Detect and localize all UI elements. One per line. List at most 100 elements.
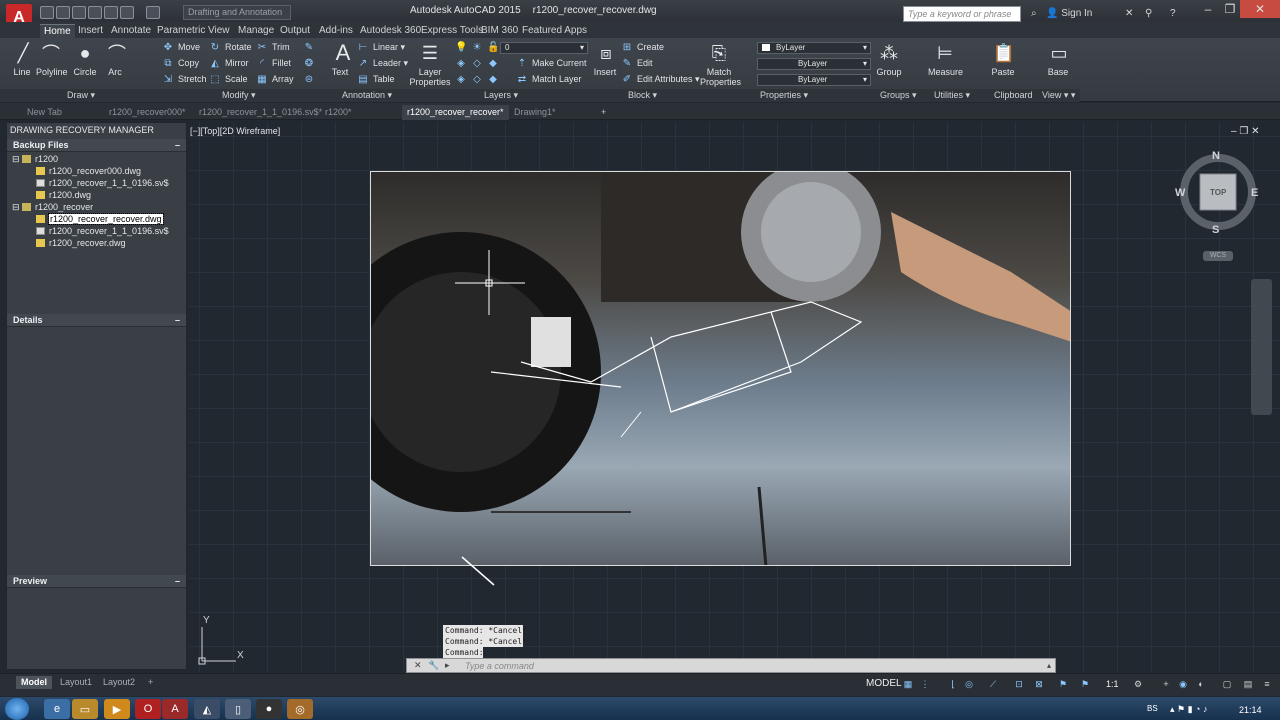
polyline-button[interactable]: ⌒ Polyline	[36, 42, 68, 77]
circle-button[interactable]: ● Circle	[72, 42, 98, 78]
array-button[interactable]: ▦ Array	[256, 73, 293, 86]
arc-button[interactable]: ⌒ Arc	[104, 42, 126, 77]
viewport-controls[interactable]: [−][Top][2D Wireframe]	[190, 126, 280, 136]
plot-icon[interactable]	[104, 6, 118, 19]
tree-file[interactable]: r1200_recover.dwg	[36, 237, 126, 249]
new-file-tab-button[interactable]: +	[596, 105, 611, 120]
linetype-dropdown[interactable]: ByLayer ▾	[757, 58, 871, 70]
notepad-icon[interactable]: ▯	[225, 699, 251, 719]
line-button[interactable]: ╱ Line	[10, 42, 34, 78]
opera-icon[interactable]: O	[135, 699, 161, 719]
layout-tab-model[interactable]: Model	[16, 676, 52, 689]
compass-east[interactable]: E	[1251, 187, 1258, 199]
tree-group[interactable]: ⊟ r1200_recover	[12, 201, 93, 213]
file-tab[interactable]: r1200_recover000*	[104, 105, 191, 120]
object-snap-tracking-icon[interactable]: ⊠	[1034, 679, 1044, 689]
sign-in-button[interactable]: 👤 Sign In	[1046, 8, 1092, 19]
scale-button[interactable]: ⬚ Scale	[209, 73, 247, 86]
workspace-dropdown[interactable]: Drafting and Annotation	[183, 5, 291, 20]
table-button[interactable]: ▤ Table	[357, 73, 394, 86]
app-taskbar-icon[interactable]: ◭	[194, 699, 220, 719]
make-current-button[interactable]: ⇡ Make Current	[516, 57, 587, 70]
clean-screen-icon[interactable]: ▢	[1222, 679, 1232, 689]
close-command-line-icon[interactable]: ✕	[414, 660, 422, 671]
restore-button[interactable]: ❐	[1218, 0, 1242, 18]
linear-dimension-button[interactable]: ⊢ Linear ▾	[357, 41, 405, 54]
view-panel-title[interactable]: View ▾ ▾	[1042, 90, 1075, 101]
mirror-button[interactable]: ◭ Mirror	[209, 57, 248, 70]
leader-button[interactable]: ↗ Leader ▾	[357, 57, 408, 70]
tab-bim-360[interactable]: BIM 360	[477, 24, 522, 38]
language-indicator[interactable]: BS	[1147, 704, 1158, 713]
create-block-button[interactable]: ⊞ Create	[621, 41, 664, 54]
tree-file[interactable]: r1200_recover000.dwg	[36, 165, 141, 177]
layer-state-icons[interactable]: 💡 ☀ 🔓	[455, 41, 503, 54]
copy-button[interactable]: ⧉ Copy	[162, 57, 199, 70]
hardware-acceleration-icon[interactable]: ◐	[1196, 679, 1206, 689]
trim-button[interactable]: ✂ Trim	[256, 41, 290, 54]
properties-panel-title[interactable]: Properties ▾	[760, 90, 808, 101]
layer-tools-row1[interactable]: ◈ ◇ ◆	[455, 57, 503, 70]
tab-parametric[interactable]: Parametric	[153, 24, 209, 38]
match-properties-button[interactable]: ⎘ Match Properties	[700, 42, 741, 88]
tab-annotate[interactable]: Annotate	[107, 24, 155, 38]
draw-panel-title[interactable]: Draw ▾	[67, 90, 95, 101]
tab-featured-apps[interactable]: Featured Apps	[518, 24, 591, 38]
layer-properties-button[interactable]: ☰ Layer Properties	[409, 42, 450, 88]
file-tab[interactable]: New Tab	[22, 105, 67, 120]
tab-autodesk-360[interactable]: Autodesk 360	[356, 24, 425, 38]
annotation-visibility-icon[interactable]: ⚑	[1058, 679, 1068, 689]
file-tab-active[interactable]: r1200_recover_recover*	[402, 105, 509, 120]
customize-icon[interactable]: 🔧	[428, 660, 439, 671]
minimize-button[interactable]: –	[1196, 0, 1220, 18]
file-tab[interactable]: Drawing1*	[509, 105, 561, 120]
block-panel-title[interactable]: Block ▾	[628, 90, 657, 101]
base-button[interactable]: ▭ Base	[1046, 42, 1070, 78]
start-button[interactable]	[5, 698, 29, 720]
tree-group[interactable]: ⊟ r1200	[12, 153, 58, 165]
tray-icons[interactable]: ▴ ⚑ ▮ ◔ ♪	[1170, 704, 1207, 715]
isodraft-icon[interactable]: ⟋	[988, 679, 998, 689]
compass-west[interactable]: W	[1175, 187, 1185, 199]
a360-icon[interactable]: ⚲	[1145, 8, 1152, 19]
navigation-bar[interactable]	[1251, 279, 1272, 415]
move-button[interactable]: ✥ Move	[162, 41, 200, 54]
tree-file[interactable]: r1200_recover_1_1_0196.sv$	[36, 225, 169, 237]
customization-icon[interactable]: ▤	[1243, 679, 1253, 689]
annotation-scale[interactable]: 1:1	[1106, 679, 1119, 689]
object-snap-icon[interactable]: ⊡	[1014, 679, 1024, 689]
viewcube-top-face[interactable]: TOP	[1210, 188, 1226, 197]
erase-icon[interactable]: ✎	[303, 41, 319, 54]
preview-header[interactable]: Preview –	[7, 575, 186, 588]
status-menu-icon[interactable]: ≡	[1262, 679, 1272, 689]
raster-image[interactable]	[370, 171, 1071, 566]
rotate-button[interactable]: ↻ Rotate	[209, 41, 252, 54]
backup-files-header[interactable]: Backup Files –	[7, 139, 186, 152]
undo-icon[interactable]	[120, 6, 134, 19]
layout-tab[interactable]: Layout2	[98, 676, 140, 689]
close-button[interactable]: ✕	[1240, 0, 1280, 18]
autocad-taskbar-icon[interactable]: A	[162, 699, 188, 719]
isolate-objects-icon[interactable]: ◉	[1178, 679, 1188, 689]
compass-south[interactable]: S	[1212, 224, 1219, 236]
tab-home[interactable]: Home	[40, 24, 75, 38]
app-taskbar-icon[interactable]: ◎	[287, 699, 313, 719]
tab-manage[interactable]: Manage	[234, 24, 278, 38]
offset-icon[interactable]: ⊜	[303, 73, 319, 86]
tree-file-selected[interactable]: r1200_recover_recover.dwg	[36, 213, 164, 225]
command-history-toggle[interactable]: ▴	[1047, 661, 1051, 670]
paste-button[interactable]: 📋 Paste	[991, 42, 1015, 78]
tab-add-ins[interactable]: Add-ins	[315, 24, 357, 38]
lineweight-dropdown[interactable]: ByLayer ▾	[757, 74, 871, 86]
new-layout-button[interactable]: +	[143, 676, 158, 689]
edit-block-button[interactable]: ✎ Edit	[621, 57, 653, 70]
color-dropdown[interactable]: ByLayer ▾	[757, 42, 871, 54]
help-icon[interactable]: ?	[1170, 8, 1176, 19]
compass-north[interactable]: N	[1212, 150, 1220, 162]
fillet-button[interactable]: ◜ Fillet	[256, 57, 291, 70]
workspace-switch-icon[interactable]: ⚙	[1133, 679, 1143, 689]
search-icon[interactable]: ⌕	[1031, 8, 1037, 19]
match-layer-button[interactable]: ⇄ Match Layer	[516, 73, 582, 86]
layer-dropdown[interactable]: 0 ▾	[500, 42, 588, 54]
ortho-icon[interactable]: ⌊	[948, 679, 958, 689]
